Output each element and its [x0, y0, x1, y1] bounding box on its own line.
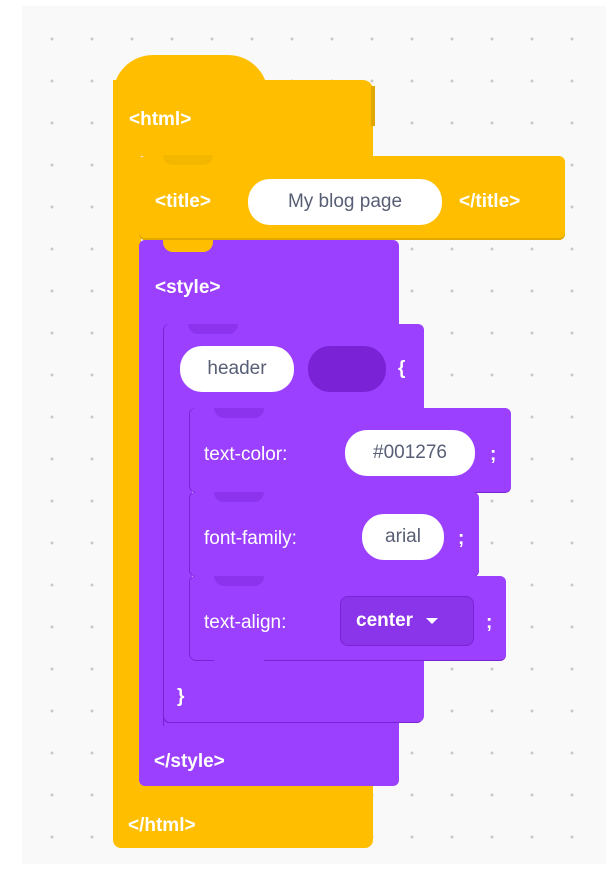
property-notch: [214, 408, 264, 418]
property-value-input[interactable]: #001276: [345, 430, 475, 476]
style-block-top-notch: [163, 240, 213, 252]
property-bottom-notch: [214, 658, 264, 670]
selector-input[interactable]: header: [180, 346, 294, 392]
title-close-label: </title>: [459, 191, 521, 212]
property-name-label: font-family:: [204, 528, 297, 549]
semicolon-label: ;: [458, 528, 465, 549]
property-name-label: text-color:: [204, 444, 288, 465]
semicolon-label: ;: [486, 612, 493, 633]
property-notch: [214, 576, 264, 586]
title-open-label: <title>: [155, 191, 211, 212]
property-notch: [214, 492, 264, 502]
open-brace-label: {: [398, 358, 406, 379]
title-block-notch: [163, 155, 213, 165]
style-block-arm: [139, 320, 165, 730]
caret-down-icon: [426, 618, 439, 624]
html-block-arm: [113, 150, 141, 790]
property-value-input[interactable]: arial: [362, 514, 444, 560]
text-align-dropdown[interactable]: center: [340, 596, 474, 646]
text-align-dropdown-value: center: [356, 610, 414, 631]
style-close-label: </style>: [154, 751, 225, 772]
semicolon-label: ;: [490, 444, 497, 465]
property-name-label: text-align:: [204, 612, 287, 633]
html-block-edge: [371, 86, 375, 126]
selector-block-notch: [188, 324, 238, 334]
html-close-label: </html>: [128, 815, 196, 836]
close-brace-label: }: [177, 686, 185, 707]
selector-empty-slot[interactable]: [308, 346, 386, 392]
title-value-input[interactable]: My blog page: [248, 179, 442, 225]
style-open-label: <style>: [155, 277, 221, 298]
selector-block-bottom[interactable]: [164, 658, 424, 722]
html-open-label: <html>: [129, 109, 192, 130]
